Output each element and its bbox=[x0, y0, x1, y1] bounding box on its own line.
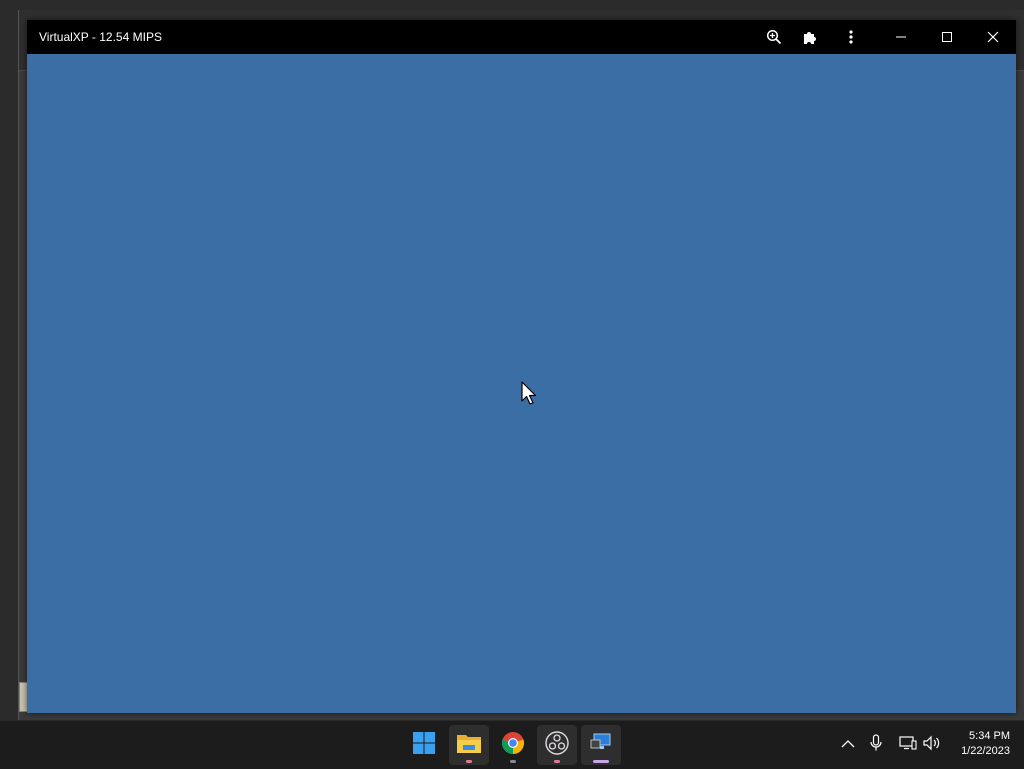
extensions-button[interactable] bbox=[792, 20, 828, 54]
desktop: VirtualXP - 12.54 MIPS bbox=[0, 0, 1024, 720]
file-explorer-icon bbox=[456, 732, 482, 759]
more-options-button[interactable] bbox=[833, 20, 869, 54]
clock-date: 1/22/2023 bbox=[961, 745, 1010, 757]
maximize-button[interactable] bbox=[929, 20, 965, 54]
taskbar-clock[interactable]: 5:34 PM 1/22/2023 bbox=[961, 729, 1010, 759]
more-vert-icon bbox=[848, 29, 854, 45]
extension-icon bbox=[802, 29, 818, 45]
minimize-button[interactable] bbox=[883, 20, 919, 54]
zoom-button[interactable] bbox=[756, 20, 792, 54]
close-button[interactable] bbox=[975, 20, 1011, 54]
show-hidden-icons-button[interactable] bbox=[836, 733, 860, 757]
emulator-screen[interactable] bbox=[27, 54, 1016, 713]
taskbar-file-explorer[interactable] bbox=[449, 725, 489, 765]
running-indicator bbox=[510, 760, 516, 763]
running-indicator bbox=[554, 760, 560, 763]
running-indicator bbox=[466, 760, 472, 763]
volume-icon bbox=[923, 735, 941, 756]
taskbar-chrome[interactable] bbox=[493, 725, 533, 765]
active-indicator bbox=[593, 760, 609, 763]
minimize-icon bbox=[895, 31, 907, 43]
window-title: VirtualXP - 12.54 MIPS bbox=[39, 30, 162, 44]
taskbar-obs[interactable] bbox=[537, 725, 577, 765]
start-icon bbox=[412, 731, 436, 760]
mouse-cursor-icon bbox=[521, 381, 539, 407]
microphone-icon bbox=[869, 733, 883, 757]
remote-desktop-icon bbox=[589, 732, 613, 759]
volume-button[interactable] bbox=[920, 733, 944, 757]
start-button[interactable] bbox=[404, 725, 444, 765]
clock-time: 5:34 PM bbox=[969, 730, 1010, 742]
chevron-up-icon bbox=[841, 736, 855, 754]
microphone-button[interactable] bbox=[864, 733, 888, 757]
network-button[interactable] bbox=[896, 733, 920, 757]
virtualxp-window: VirtualXP - 12.54 MIPS bbox=[27, 20, 1016, 713]
window-titlebar[interactable]: VirtualXP - 12.54 MIPS bbox=[27, 20, 1016, 54]
obs-icon bbox=[545, 730, 569, 760]
taskbar: 5:34 PM 1/22/2023 bbox=[0, 720, 1024, 769]
taskbar-remote-desktop[interactable] bbox=[581, 725, 621, 765]
close-icon bbox=[987, 31, 999, 43]
network-icon bbox=[899, 735, 917, 756]
chrome-icon bbox=[501, 731, 525, 760]
zoom-icon bbox=[766, 29, 782, 45]
maximize-icon bbox=[941, 31, 953, 43]
